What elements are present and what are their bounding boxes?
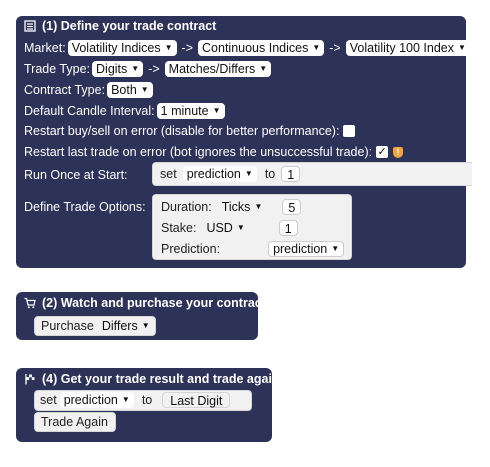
chevron-down-icon: ▼ <box>312 43 321 52</box>
purchase-label: Purchase <box>41 319 94 333</box>
trade-type-row: Trade Type: Digits ▼ -> Matches/Differs ▼ <box>24 61 273 77</box>
last-digit-block[interactable]: Last Digit <box>162 392 231 408</box>
duration-row: Duration: Ticks ▼ 5 <box>161 199 302 215</box>
chevron-down-icon: ▼ <box>254 202 263 211</box>
arrow: -> <box>181 41 194 55</box>
result-title: (4) Get your trade result and trade agai… <box>42 372 280 386</box>
result-header: (4) Get your trade result and trade agai… <box>24 372 280 386</box>
prediction-label: Prediction: <box>161 242 221 256</box>
trade-again-block[interactable]: Trade Again <box>34 412 116 432</box>
duration-unit-dropdown[interactable]: Ticks ▼ <box>218 199 267 215</box>
submarket-dropdown[interactable]: Continuous Indices ▼ <box>198 40 325 56</box>
prediction-variable-dropdown[interactable]: prediction ▼ <box>268 241 345 257</box>
trade-category-dropdown[interactable]: Digits ▼ <box>92 61 144 77</box>
chevron-down-icon: ▼ <box>140 85 149 94</box>
set-label: set <box>40 393 57 407</box>
purchase-header: (2) Watch and purchase your contract <box>24 296 266 310</box>
trade-options-label-row: Define Trade Options: <box>24 200 146 214</box>
restart-buy-label: Restart buy/sell on error (disable for b… <box>24 124 340 138</box>
variable-dropdown[interactable]: prediction ▼ <box>182 166 257 182</box>
result-variable-dropdown[interactable]: prediction ▼ <box>59 392 134 408</box>
trade-options-block[interactable]: Duration: Ticks ▼ 5 Stake: USD ▼ 1 Predict… <box>152 194 352 260</box>
result-set-block[interactable]: set prediction ▼ to Last Digit <box>34 390 252 411</box>
chevron-down-icon: ▼ <box>141 321 150 330</box>
run-once-set-block[interactable]: set prediction ▼ to 1 <box>152 162 472 186</box>
purchase-action-block[interactable]: Purchase Differs ▼ <box>34 316 156 336</box>
candle-row: Default Candle Interval: 1 minute ▼ <box>24 103 227 119</box>
arrow: -> <box>148 62 160 76</box>
restart-buy-row: Restart buy/sell on error (disable for b… <box>24 124 356 138</box>
to-label: to <box>141 393 153 407</box>
set-label: set <box>160 167 177 181</box>
warning-icon[interactable]: ! <box>393 146 404 158</box>
contract-type-dropdown[interactable]: Both ▼ <box>107 82 153 98</box>
stake-input[interactable]: 1 <box>278 220 298 236</box>
chevron-down-icon: ▼ <box>212 106 221 115</box>
contract-type-label: Contract Type: <box>24 83 106 97</box>
trade-type-label: Trade Type: <box>24 62 91 76</box>
arrow: -> <box>329 41 341 55</box>
market-label: Market: <box>24 41 66 55</box>
chevron-down-icon: ▼ <box>244 169 253 178</box>
chevron-down-icon: ▼ <box>259 64 268 73</box>
stake-row: Stake: USD ▼ 1 <box>161 220 298 236</box>
purchase-title: (2) Watch and purchase your contract <box>42 296 266 310</box>
restart-last-label: Restart last trade on error (bot ignores… <box>24 145 373 159</box>
list-icon <box>24 20 36 32</box>
purchase-choice-dropdown[interactable]: Differs ▼ <box>98 318 154 334</box>
cart-icon <box>24 297 36 309</box>
trade-contract-title: (1) Define your trade contract <box>42 19 217 33</box>
stake-label: Stake: <box>161 221 197 235</box>
candle-dropdown[interactable]: 1 minute ▼ <box>156 103 225 119</box>
duration-input[interactable]: 5 <box>282 199 302 215</box>
flag-icon <box>24 373 36 385</box>
chevron-down-icon: ▼ <box>121 395 130 404</box>
contract-type-row: Contract Type: Both ▼ <box>24 82 155 98</box>
result-block[interactable]: (4) Get your trade result and trade agai… <box>16 368 280 442</box>
trade-contract-header: (1) Define your trade contract <box>24 19 216 33</box>
run-once-label: Run Once at Start: <box>24 168 128 182</box>
restart-last-row: Restart last trade on error (bot ignores… <box>24 145 404 159</box>
prediction-row: Prediction: prediction ▼ <box>161 241 346 257</box>
run-once-label-row: Run Once at Start: <box>24 168 128 182</box>
purchase-block[interactable]: (2) Watch and purchase your contract Pur… <box>16 292 266 340</box>
chevron-down-icon: ▼ <box>331 244 340 253</box>
trade-options-label: Define Trade Options: <box>24 200 146 214</box>
restart-last-checkbox[interactable]: ✓ <box>376 146 389 158</box>
restart-buy-checkbox[interactable] <box>343 125 356 137</box>
trade-contract-block[interactable]: (1) Define your trade contract Market: V… <box>16 16 472 268</box>
chevron-down-icon: ▼ <box>457 43 466 52</box>
chevron-down-icon: ▼ <box>236 223 245 232</box>
market-row: Market: Volatility Indices ▼ -> Continuou… <box>24 40 472 56</box>
trade-type-dropdown[interactable]: Matches/Differs ▼ <box>164 61 272 77</box>
duration-label: Duration: <box>161 200 212 214</box>
trade-again-label: Trade Again <box>41 415 108 429</box>
market-dropdown[interactable]: Volatility Indices ▼ <box>67 40 177 56</box>
to-label: to <box>264 167 276 181</box>
currency-dropdown[interactable]: USD ▼ <box>202 220 248 236</box>
chevron-down-icon: ▼ <box>131 64 140 73</box>
number-input[interactable]: 1 <box>281 166 301 182</box>
candle-label: Default Candle Interval: <box>24 104 155 118</box>
symbol-dropdown[interactable]: Volatility 100 Index ▼ <box>345 40 470 56</box>
chevron-down-icon: ▼ <box>164 43 173 52</box>
